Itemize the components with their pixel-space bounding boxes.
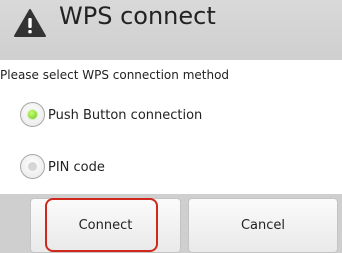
option-pin-code[interactable]: PIN code xyxy=(18,152,318,184)
button-bar: Connect Cancel xyxy=(0,194,342,253)
prompt-text: Please select WPS connection method xyxy=(0,68,230,82)
radio-push-button[interactable] xyxy=(20,102,45,127)
dialog-title: WPS connect xyxy=(59,2,216,30)
connect-button[interactable]: Connect xyxy=(30,198,181,253)
wps-connect-dialog: WPS connect Please select WPS connection… xyxy=(0,0,342,253)
dialog-title-bar: WPS connect xyxy=(0,0,342,60)
option-label: Push Button connection xyxy=(48,108,203,123)
option-push-button[interactable]: Push Button connection xyxy=(18,100,318,132)
option-label: PIN code xyxy=(48,160,105,175)
cancel-button[interactable]: Cancel xyxy=(188,198,338,253)
warning-icon xyxy=(14,9,46,37)
radio-pin-code[interactable] xyxy=(20,154,45,179)
